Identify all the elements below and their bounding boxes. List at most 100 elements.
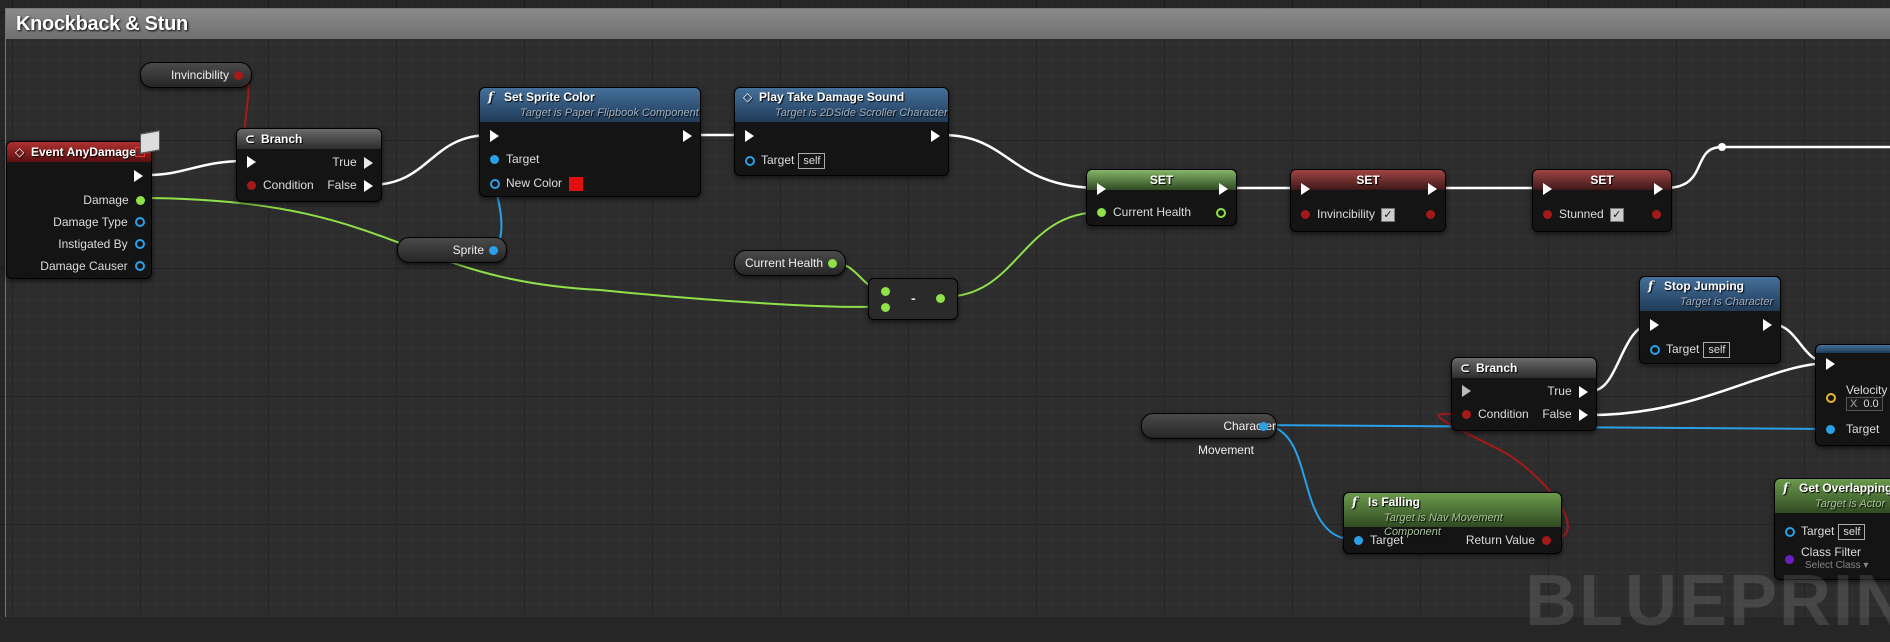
exec-wire [942, 133, 1101, 190]
invincibility-output-pin[interactable] [1426, 210, 1435, 219]
velocity-x-field[interactable]: X 0.0 [1846, 397, 1883, 411]
target-label: Target [1666, 342, 1700, 356]
exec-output-pin[interactable] [683, 130, 692, 142]
class-filter-label: Class Filter [1801, 545, 1862, 559]
self-box[interactable]: self [798, 153, 826, 169]
function-icon: f [1648, 279, 1654, 293]
current-health-label: Current Health [744, 256, 823, 270]
false-pin-row: False [327, 178, 373, 192]
object-output-pin[interactable] [489, 246, 498, 255]
color-swatch[interactable] [569, 176, 584, 191]
branch-icon: ⊂ [1460, 361, 1471, 375]
exec-input-pin[interactable] [1650, 319, 1659, 331]
target-row: Target [506, 152, 539, 166]
return-value-pin[interactable] [1542, 536, 1551, 545]
exec-input-pin[interactable] [1097, 183, 1106, 195]
target-row: Target self [1801, 524, 1866, 540]
exec-input-pin[interactable] [1826, 358, 1835, 370]
stunned-input-pin[interactable] [1543, 210, 1552, 219]
target-row: Target [1846, 422, 1879, 436]
stunned-output-pin[interactable] [1652, 210, 1661, 219]
false-exec-icon[interactable] [364, 179, 373, 192]
exec-output-pin[interactable] [1763, 319, 1772, 331]
current-health-getter-node[interactable]: Current Health [734, 250, 846, 276]
target-pin[interactable] [1354, 536, 1363, 545]
bool-output-pin[interactable] [234, 71, 243, 80]
exec-output-pin[interactable] [134, 170, 143, 182]
target-pin[interactable] [1650, 345, 1660, 355]
sprite-getter-node[interactable]: Sprite [397, 237, 507, 263]
true-label: True [1547, 384, 1572, 398]
target-label: Target [1846, 422, 1880, 436]
true-exec-icon[interactable] [364, 156, 373, 169]
exec-input-pin[interactable] [1301, 183, 1310, 195]
subtract-input-b-pin[interactable] [881, 303, 890, 312]
target-pin[interactable] [1785, 527, 1795, 537]
set-invincibility-node[interactable]: SET Invincibility ✓ [1290, 169, 1446, 232]
exec-output-pin[interactable] [1654, 183, 1663, 195]
subtract-input-a-pin[interactable] [881, 287, 890, 296]
set-sprite-color-node[interactable]: f Set Sprite Color Target is Paper Flipboo… [479, 87, 701, 197]
object-output-pin[interactable] [1259, 422, 1268, 431]
character-movement-getter-node[interactable]: Character Movement [1141, 413, 1277, 457]
velocity-row: Velocity [1846, 383, 1887, 397]
damage-pin-row: Damage [83, 193, 145, 207]
set-stunned-node[interactable]: SET Stunned ✓ [1532, 169, 1672, 232]
target-pin[interactable] [1826, 425, 1835, 434]
current-health-input-pin[interactable] [1097, 208, 1106, 217]
branch-node-2[interactable]: ⊂ Branch True Condition False [1451, 357, 1597, 431]
exec-input-pin[interactable] [247, 156, 256, 168]
invincibility-checkbox[interactable]: ✓ [1381, 207, 1396, 222]
target-row: Target [1370, 533, 1403, 547]
is-falling-node[interactable]: f Is Falling Target is Nav Movement Compon… [1343, 492, 1562, 554]
damage-pin[interactable] [136, 196, 145, 205]
exec-output-pin[interactable] [1428, 183, 1437, 195]
launch-character-node[interactable]: Velocity X 0.0 Target [1815, 344, 1890, 446]
new-color-pin[interactable] [490, 179, 500, 189]
get-overlapping-subtitle: Target is Actor [1815, 498, 1886, 510]
condition-pin[interactable] [1462, 410, 1471, 419]
invincibility-input-pin[interactable] [1301, 210, 1310, 219]
instigated-by-pin[interactable] [135, 239, 145, 249]
target-row: Target self [1666, 342, 1731, 358]
damage-type-pin[interactable] [135, 217, 145, 227]
set-current-health-node[interactable]: SET Current Health [1086, 169, 1237, 226]
exec-output-pin[interactable] [1219, 183, 1228, 195]
exec-input-pin[interactable] [490, 130, 499, 142]
condition-pin[interactable] [247, 181, 256, 190]
target-pin[interactable] [745, 156, 755, 166]
stunned-checkbox[interactable]: ✓ [1609, 207, 1624, 222]
event-diamond-icon: ◇ [15, 145, 25, 159]
is-falling-header: f Is Falling Target is Nav Movement Compon… [1344, 493, 1561, 538]
self-box[interactable]: self [1703, 342, 1731, 358]
exec-input-pin[interactable] [1543, 183, 1552, 195]
true-pin-row: True [332, 155, 373, 169]
exec-output-pin[interactable] [931, 130, 940, 142]
target-pin[interactable] [490, 155, 499, 164]
subtract-output-pin[interactable] [936, 294, 945, 303]
float-output-pin[interactable] [828, 259, 837, 268]
stop-jumping-node[interactable]: f Stop Jumping Target is Character Target s… [1639, 276, 1781, 364]
self-box[interactable]: self [1838, 524, 1866, 540]
current-health-output-pin[interactable] [1216, 208, 1226, 218]
subtract-node[interactable]: - [868, 278, 958, 320]
false-exec-icon[interactable] [1579, 408, 1588, 421]
function-icon: f [1783, 481, 1789, 495]
target-label: Target [1801, 524, 1835, 538]
invincibility-getter-node[interactable]: Invincibility [140, 62, 252, 88]
exec-input-pin[interactable] [745, 130, 754, 142]
true-label: True [332, 155, 357, 169]
branch-title: Branch [261, 132, 303, 146]
damage-causer-pin[interactable] [135, 261, 145, 271]
stunned-pin-label: Stunned [1559, 207, 1604, 221]
true-exec-icon[interactable] [1579, 385, 1588, 398]
play-take-damage-sound-node[interactable]: ◇ Play Take Damage Sound Target is 2DSide … [734, 87, 949, 176]
velocity-pin[interactable] [1826, 393, 1836, 403]
launch-header [1816, 345, 1890, 353]
event-any-damage-node[interactable]: ◇ Event AnyDamage Damage Damage Type Ins… [6, 141, 152, 279]
false-pin-row: False [1542, 407, 1588, 421]
subtract-operator: - [911, 290, 916, 306]
exec-wire [1590, 361, 1831, 417]
branch-node-1[interactable]: ⊂ Branch True Condition False [236, 128, 382, 202]
exec-input-pin[interactable] [1462, 385, 1471, 397]
